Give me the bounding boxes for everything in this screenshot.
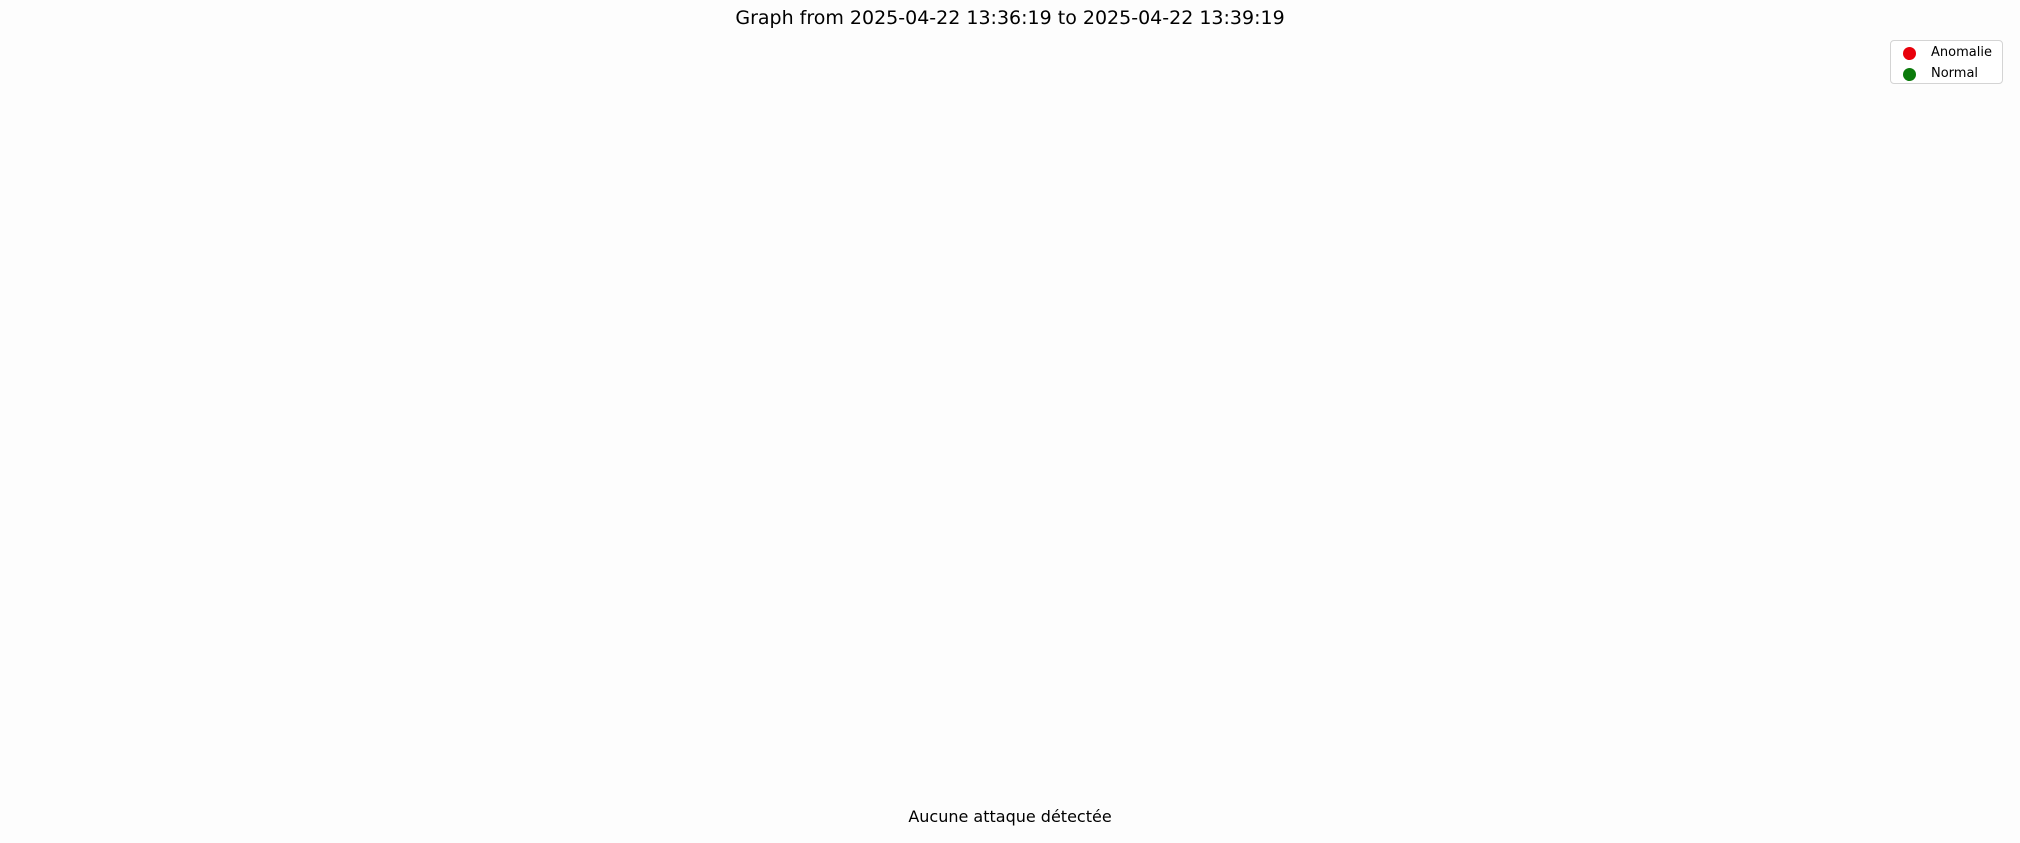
status-annotation: Aucune attaque détectée [908, 807, 1112, 826]
legend: Anomalie Normal [1890, 40, 2003, 84]
legend-label-anomalie: Anomalie [1931, 45, 1992, 60]
legend-item-anomalie: Anomalie [1891, 43, 2002, 63]
plot-area [0, 34, 2020, 794]
legend-marker-anomalie [1903, 46, 1916, 60]
chart-title: Graph from 2025-04-22 13:36:19 to 2025-0… [735, 7, 1285, 29]
legend-item-normal: Normal [1891, 64, 2002, 84]
legend-marker-normal [1903, 67, 1916, 81]
chart-figure: Graph from 2025-04-22 13:36:19 to 2025-0… [0, 0, 2020, 843]
legend-label-normal: Normal [1931, 66, 1979, 81]
